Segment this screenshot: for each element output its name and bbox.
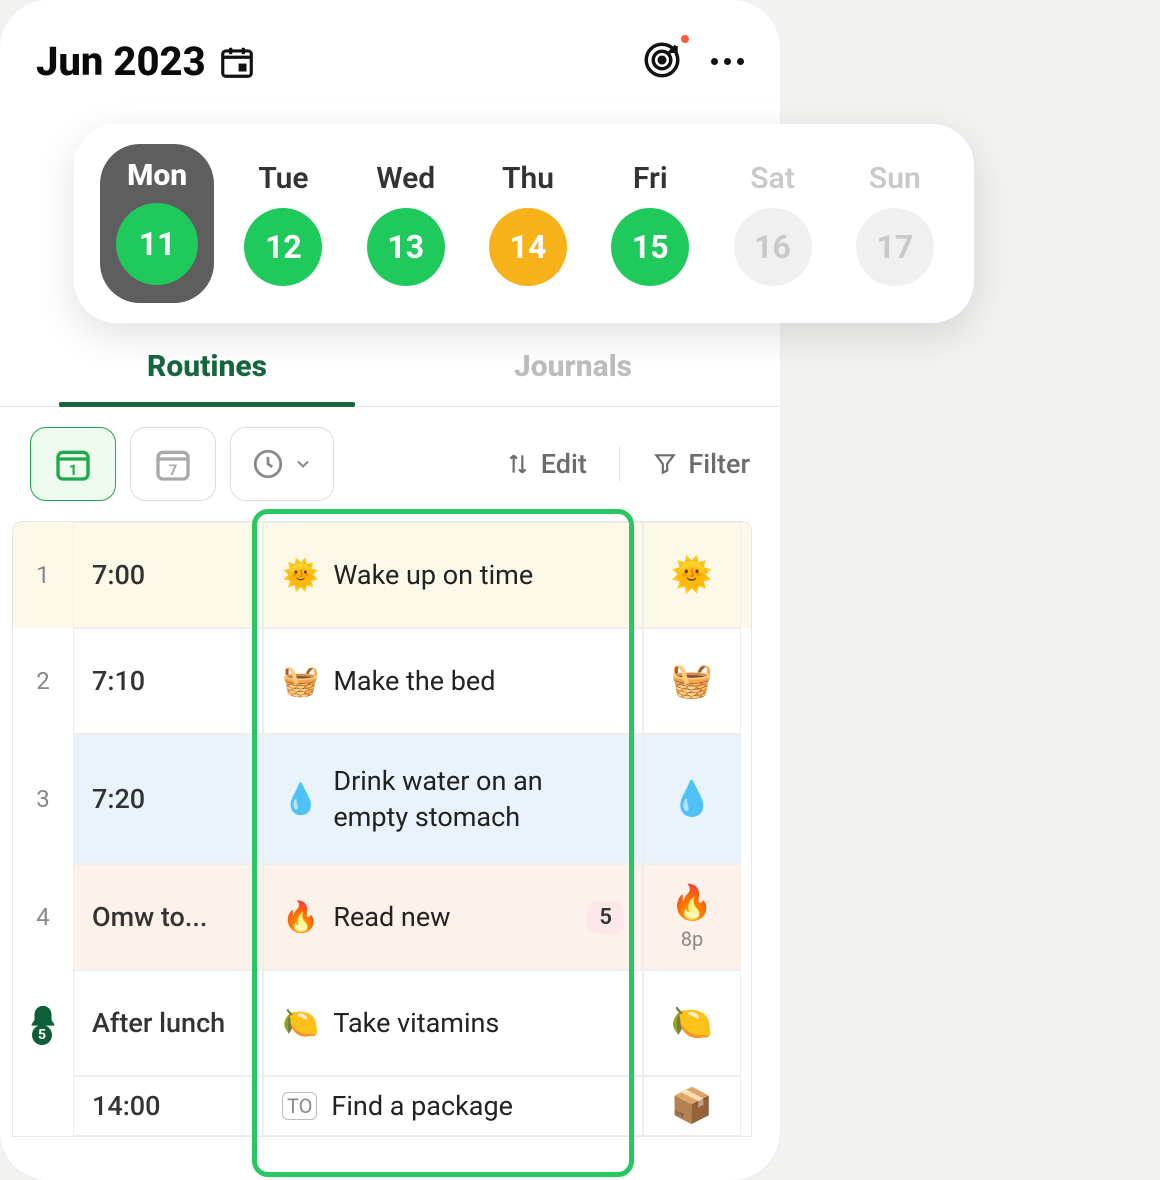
svg-text:1: 1 [69,461,78,479]
row-task[interactable]: 🌞 Wake up on time [263,522,643,628]
month-label: Jun 2023 [36,38,206,85]
row-index: 3 [13,734,73,864]
row-task[interactable]: 🧺 Make the bed [263,628,643,734]
routine-row[interactable]: 4 Omw to... 🔥 Read new 5 🔥 8p [13,864,751,970]
edit-button[interactable]: Edit [505,448,587,480]
calendar-icon [218,43,256,81]
week-day-strip: Mon 11 Tue 12 Wed 13 Thu 14 Fri 15 Sat 1… [74,124,974,323]
row-status[interactable]: 🔥 8p [643,864,741,970]
weekday-mon[interactable]: Mon 11 [98,144,216,303]
to-do-icon: TO [282,1092,317,1120]
bell-icon: 5 [26,1003,60,1043]
row-time: Omw to... [73,864,263,970]
row-index: 5 [13,970,73,1076]
row-index: 1 [13,522,73,628]
chevron-down-icon [293,454,313,474]
bell-count-badge: 5 [32,1025,52,1045]
task-emoji-icon: 🧺 [282,664,319,699]
row-status[interactable]: 🍋 [643,970,741,1076]
weekday-thu[interactable]: Thu 14 [473,161,583,286]
view-single-day-button[interactable]: 1 [30,427,116,501]
row-time: 7:00 [73,522,263,628]
weekday-wed[interactable]: Wed 13 [351,161,461,286]
routine-row[interactable]: 1 7:00 🌞 Wake up on time 🌞 [13,522,751,628]
filter-button[interactable]: Filter [652,448,750,480]
task-emoji-icon: 🍋 [282,1006,319,1041]
row-status[interactable]: 🌞 [643,522,741,628]
routine-row[interactable]: 5 After lunch 🍋 Take vitamins 🍋 [13,970,751,1076]
tab-journals[interactable]: Journals [390,331,756,406]
row-time: After lunch [73,970,263,1076]
row-time: 14:00 [73,1076,263,1136]
row-task[interactable]: 🔥 Read new 5 [263,864,643,970]
row-index: 2 [13,628,73,734]
task-emoji-icon: 🔥 [282,900,319,935]
row-status[interactable]: 🧺 [643,628,741,734]
row-status[interactable]: 📦 [643,1076,741,1136]
view-week-button[interactable]: 7 [130,427,216,501]
row-time: 7:10 [73,628,263,734]
page-title[interactable]: Jun 2023 [36,38,256,85]
notification-dot [681,35,689,43]
routine-row[interactable]: 2 7:10 🧺 Make the bed 🧺 [13,628,751,734]
weekday-fri[interactable]: Fri 15 [595,161,705,286]
routine-row[interactable]: 14:00 TO Find a package 📦 [13,1076,751,1136]
row-index: 4 [13,864,73,970]
tab-routines[interactable]: Routines [24,331,390,406]
row-task[interactable]: TO Find a package [263,1076,643,1136]
row-time: 7:20 [73,734,263,864]
row-task[interactable]: 💧 Drink water on an empty stomach [263,734,643,864]
svg-text:7: 7 [169,461,178,479]
row-index [13,1076,73,1136]
task-emoji-icon: 💧 [282,782,319,817]
row-status[interactable]: 💧 [643,734,741,864]
time-sort-dropdown[interactable] [230,427,334,501]
task-emoji-icon: 🌞 [282,558,319,593]
row-task[interactable]: 🍋 Take vitamins [263,970,643,1076]
streak-badge: 5 [587,901,624,934]
weekday-tue[interactable]: Tue 12 [228,161,338,286]
goals-button[interactable] [641,39,683,85]
weekday-sat[interactable]: Sat 16 [718,161,828,286]
weekday-sun[interactable]: Sun 17 [840,161,950,286]
routine-row[interactable]: 3 7:20 💧 Drink water on an empty stomach… [13,734,751,864]
more-menu-button[interactable] [711,58,744,65]
